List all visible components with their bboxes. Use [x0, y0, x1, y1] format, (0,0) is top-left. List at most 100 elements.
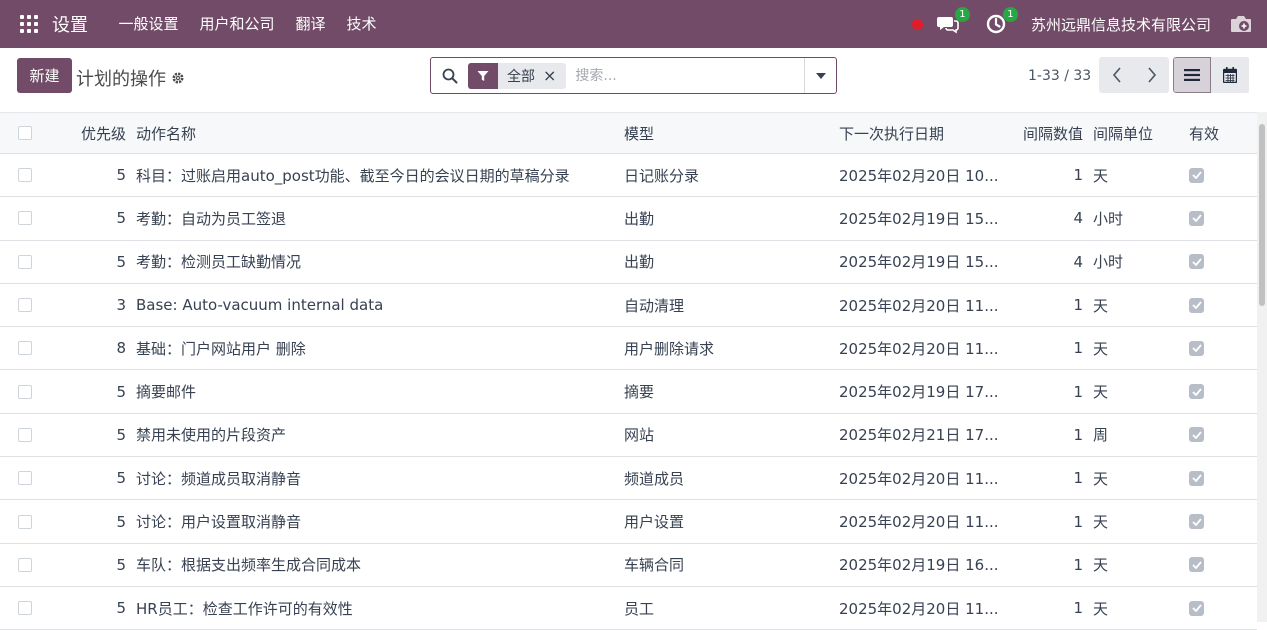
pager-previous-button[interactable]: [1099, 57, 1134, 93]
row-interval-unit: 天: [1093, 513, 1109, 532]
table-row[interactable]: 5 禁用未使用的片段资产 网站 2025年02月21日 17... 1 周: [0, 414, 1257, 458]
search-options-toggle[interactable]: [804, 58, 836, 93]
caret-down-icon: [815, 72, 826, 79]
row-name: 考勤：自动为员工签退: [136, 209, 287, 228]
row-active-checkbox[interactable]: [1189, 284, 1229, 326]
row-interval-number: 4: [1073, 209, 1083, 228]
new-button[interactable]: 新建: [17, 58, 72, 93]
row-next-date: 2025年02月20日 11...: [839, 469, 999, 488]
table-row[interactable]: 5 科目：过账启用auto_post功能、截至今日的会议日期的草稿分录 日记账分录 2…: [0, 154, 1257, 198]
checked-icon: [1189, 514, 1204, 530]
row-checkbox[interactable]: [18, 587, 32, 629]
checked-icon: [1189, 210, 1204, 226]
checked-icon: [1189, 427, 1204, 443]
table-row[interactable]: 5 讨论：用户设置取消静音 用户设置 2025年02月20日 11... 1 天: [0, 500, 1257, 544]
pager-navigation: [1099, 57, 1169, 93]
row-active-checkbox[interactable]: [1189, 500, 1229, 542]
row-active-checkbox[interactable]: [1189, 587, 1229, 629]
row-name: 禁用未使用的片段资产: [136, 426, 287, 445]
vertical-scrollbar[interactable]: [1257, 112, 1267, 622]
menu-technical[interactable]: 技术: [336, 0, 387, 48]
row-checkbox[interactable]: [18, 327, 32, 369]
table-row[interactable]: 5 摘要邮件 摘要 2025年02月19日 17... 1 天: [0, 370, 1257, 414]
row-active-checkbox[interactable]: [1189, 457, 1229, 499]
user-avatar[interactable]: [1229, 11, 1255, 37]
menu-users-companies[interactable]: 用户和公司: [189, 0, 285, 48]
row-active-checkbox[interactable]: [1189, 544, 1229, 586]
select-all-checkbox[interactable]: [18, 113, 32, 153]
record-indicator-icon[interactable]: [911, 18, 923, 30]
row-model: 频道成员: [624, 469, 685, 488]
app-brand[interactable]: 设置: [52, 11, 88, 37]
row-model: 摘要: [624, 383, 655, 402]
row-active-checkbox[interactable]: [1189, 370, 1229, 412]
menu-translations[interactable]: 翻译: [285, 0, 336, 48]
gear-icon[interactable]: [171, 71, 185, 85]
row-checkbox[interactable]: [18, 241, 32, 283]
row-priority: 5: [116, 555, 126, 574]
app-grid-icon[interactable]: [20, 15, 38, 33]
table-row[interactable]: 3 Base: Auto-vacuum internal data 自动清理 2025…: [0, 284, 1257, 328]
remove-facet-icon[interactable]: ×: [543, 66, 566, 85]
table-row[interactable]: 5 HR员工：检查工作许可的有效性 员工 2025年02月20日 11... 1 天: [0, 587, 1257, 630]
table-row[interactable]: 5 考勤：检测员工缺勤情况 出勤 2025年02月19日 15... 4 小时: [0, 241, 1257, 284]
row-model: 网站: [624, 426, 655, 445]
row-model: 员工: [624, 599, 655, 618]
row-interval-unit: 天: [1093, 296, 1109, 315]
header-model[interactable]: 模型: [624, 113, 824, 153]
header-name[interactable]: 动作名称: [136, 113, 606, 153]
row-interval-unit: 天: [1093, 469, 1109, 488]
row-active-checkbox[interactable]: [1189, 154, 1229, 196]
row-active-checkbox[interactable]: [1189, 241, 1229, 283]
row-model: 出勤: [624, 209, 655, 228]
row-interval-unit: 天: [1093, 383, 1109, 402]
table-row[interactable]: 5 车队：根据支出频率生成合同成本 车辆合同 2025年02月19日 16... 1 天: [0, 544, 1257, 587]
row-interval-unit: 天: [1093, 599, 1109, 618]
row-checkbox[interactable]: [18, 457, 32, 499]
header-interval-unit[interactable]: 间隔单位: [1093, 113, 1173, 153]
checked-icon: [1189, 384, 1204, 400]
row-checkbox[interactable]: [18, 544, 32, 586]
header-next-date[interactable]: 下一次执行日期: [839, 113, 1009, 153]
search-icon[interactable]: [442, 68, 458, 84]
header-interval-number[interactable]: 间隔数值: [1012, 113, 1083, 153]
scrollbar-thumb[interactable]: [1259, 124, 1265, 306]
row-interval-number: 1: [1073, 382, 1083, 401]
row-active-checkbox[interactable]: [1189, 197, 1229, 239]
control-panel: 新建 计划的操作 全部 × 1-33 / 3: [0, 48, 1267, 112]
row-active-checkbox[interactable]: [1189, 414, 1229, 456]
search-input[interactable]: [575, 67, 801, 84]
table-row[interactable]: 5 讨论：频道成员取消静音 频道成员 2025年02月20日 11... 1 天: [0, 457, 1257, 501]
header-priority[interactable]: 优先级: [60, 113, 126, 153]
row-interval-number: 1: [1073, 425, 1083, 444]
row-checkbox[interactable]: [18, 500, 32, 542]
pager-value[interactable]: 1-33 / 33: [1028, 68, 1091, 84]
header-active[interactable]: 有效: [1189, 113, 1229, 153]
row-checkbox[interactable]: [18, 154, 32, 196]
row-interval-unit: 小时: [1093, 253, 1124, 272]
table-row[interactable]: 5 考勤：自动为员工签退 出勤 2025年02月19日 15... 4 小时: [0, 197, 1257, 241]
row-name: 摘要邮件: [136, 383, 197, 402]
messages-button[interactable]: 1: [935, 7, 970, 37]
row-checkbox[interactable]: [18, 197, 32, 239]
top-navbar: 设置 一般设置 用户和公司 翻译 技术 1 1 苏州远鼎信息技术有限公司: [0, 0, 1267, 48]
row-priority: 5: [116, 512, 126, 531]
menu-general-settings[interactable]: 一般设置: [108, 0, 189, 48]
activities-button[interactable]: 1: [983, 7, 1018, 37]
messages-badge: 1: [954, 7, 970, 22]
pager-next-button[interactable]: [1134, 57, 1169, 93]
row-priority: 3: [116, 296, 126, 315]
row-active-checkbox[interactable]: [1189, 327, 1229, 369]
row-interval-number: 1: [1073, 166, 1083, 185]
row-checkbox[interactable]: [18, 284, 32, 326]
checked-icon: [1189, 340, 1204, 356]
checked-icon: [1189, 167, 1204, 183]
calendar-view-button[interactable]: [1211, 57, 1249, 93]
company-switcher[interactable]: 苏州远鼎信息技术有限公司: [1031, 14, 1211, 35]
activities-badge: 1: [1002, 7, 1018, 22]
list-view-button[interactable]: [1173, 57, 1211, 93]
row-checkbox[interactable]: [18, 370, 32, 412]
table-row[interactable]: 8 基础：门户网站用户 删除 用户删除请求 2025年02月20日 11... 1 天: [0, 327, 1257, 371]
row-priority: 5: [116, 382, 126, 401]
row-checkbox[interactable]: [18, 414, 32, 456]
